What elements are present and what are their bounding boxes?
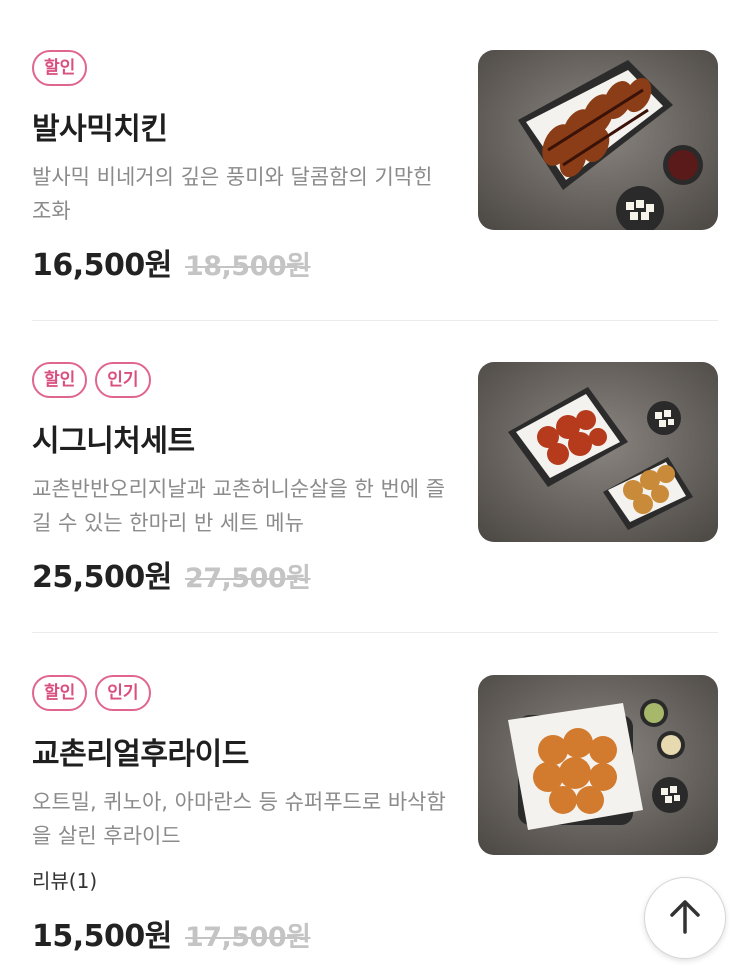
- arrow-up-icon: [665, 896, 705, 940]
- menu-item-name: 교촌리얼후라이드: [32, 737, 249, 772]
- review-link[interactable]: 리뷰(1): [32, 865, 97, 894]
- menu-item-name: 시그니처세트: [32, 424, 195, 459]
- original-price: 18,500원: [184, 251, 311, 282]
- menu-item-description: 교촌반반오리지날과 교촌허니순살을 한 번에 즐길 수 있는 한마리 반 세트 …: [32, 477, 446, 535]
- menu-item-name: 발사믹치킨: [32, 112, 168, 147]
- menu-item-image[interactable]: [478, 50, 718, 230]
- divider: [32, 632, 718, 633]
- popular-badge: 인기: [95, 362, 151, 398]
- discount-badge: 할인: [32, 362, 88, 398]
- menu-item-real-fried[interactable]: 할인 인기 교촌리얼후라이드 오트밀, 퀴노아, 아마란스 등 슈퍼푸드로 바삭…: [32, 675, 718, 954]
- menu-item-balsamic-chicken[interactable]: 할인 발사믹치킨 발사믹 비네거의 깊은 풍미와 달콤함의 기막힌 조화 16,…: [32, 50, 718, 283]
- price-row: 16,500원 18,500원: [32, 240, 311, 284]
- original-price: 17,500원: [184, 922, 311, 953]
- popular-badge: 인기: [95, 675, 151, 711]
- divider: [32, 320, 718, 321]
- menu-item-image[interactable]: [478, 675, 718, 855]
- original-price: 27,500원: [184, 563, 311, 594]
- sale-price: 25,500원: [32, 560, 172, 595]
- menu-item-signature-set[interactable]: 할인 인기 시그니처세트 교촌반반오리지날과 교촌허니순살을 한 번에 즐길 수…: [32, 362, 718, 595]
- price-row: 25,500원 27,500원: [32, 552, 311, 596]
- price-row: 15,500원 17,500원: [32, 911, 311, 955]
- discount-badge: 할인: [32, 50, 88, 86]
- sale-price: 16,500원: [32, 248, 172, 283]
- discount-badge: 할인: [32, 675, 88, 711]
- scroll-to-top-button[interactable]: [644, 877, 726, 959]
- menu-item-description: 오트밀, 퀴노아, 아마란스 등 슈퍼푸드로 바삭함을 살린 후라이드: [32, 790, 446, 848]
- menu-item-description: 발사믹 비네거의 깊은 풍미와 달콤함의 기막힌 조화: [32, 165, 433, 223]
- sale-price: 15,500원: [32, 919, 172, 954]
- menu-item-image[interactable]: [478, 362, 718, 542]
